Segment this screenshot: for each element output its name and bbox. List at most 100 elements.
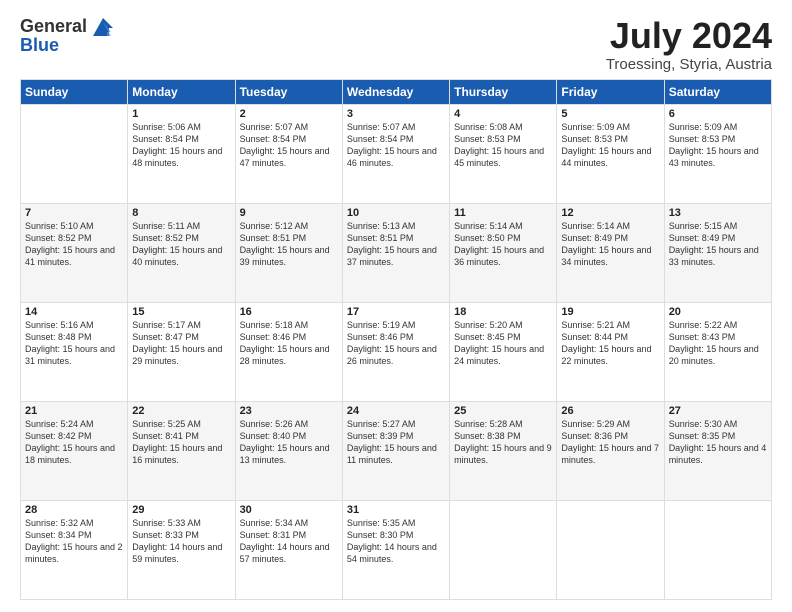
day-number: 10: [347, 207, 445, 219]
sunrise-text: Sunrise: 5:17 AM: [132, 319, 230, 331]
day-number: 26: [561, 405, 659, 417]
day-number: 14: [25, 306, 123, 318]
day-number: 3: [347, 108, 445, 120]
sunset-text: Sunset: 8:34 PM: [25, 529, 123, 541]
cell-info: Sunrise: 5:07 AM Sunset: 8:54 PM Dayligh…: [347, 121, 445, 170]
day-number: 31: [347, 504, 445, 516]
day-cell: 5 Sunrise: 5:09 AM Sunset: 8:53 PM Dayli…: [557, 104, 664, 203]
day-number: 17: [347, 306, 445, 318]
sunrise-text: Sunrise: 5:21 AM: [561, 319, 659, 331]
daylight-text: Daylight: 15 hours and 47 minutes.: [240, 145, 338, 169]
sunset-text: Sunset: 8:38 PM: [454, 430, 552, 442]
daylight-text: Daylight: 14 hours and 57 minutes.: [240, 541, 338, 565]
cell-info: Sunrise: 5:08 AM Sunset: 8:53 PM Dayligh…: [454, 121, 552, 170]
cell-info: Sunrise: 5:33 AM Sunset: 8:33 PM Dayligh…: [132, 517, 230, 566]
sunset-text: Sunset: 8:54 PM: [240, 133, 338, 145]
cell-info: Sunrise: 5:14 AM Sunset: 8:49 PM Dayligh…: [561, 220, 659, 269]
day-cell: 3 Sunrise: 5:07 AM Sunset: 8:54 PM Dayli…: [342, 104, 449, 203]
week-row-0: 1 Sunrise: 5:06 AM Sunset: 8:54 PM Dayli…: [21, 104, 772, 203]
cell-info: Sunrise: 5:30 AM Sunset: 8:35 PM Dayligh…: [669, 418, 767, 467]
sunset-text: Sunset: 8:49 PM: [669, 232, 767, 244]
sunset-text: Sunset: 8:40 PM: [240, 430, 338, 442]
day-number: 18: [454, 306, 552, 318]
daylight-text: Daylight: 15 hours and 7 minutes.: [561, 442, 659, 466]
sunrise-text: Sunrise: 5:06 AM: [132, 121, 230, 133]
sunset-text: Sunset: 8:43 PM: [669, 331, 767, 343]
day-cell: 31 Sunrise: 5:35 AM Sunset: 8:30 PM Dayl…: [342, 500, 449, 599]
daylight-text: Daylight: 15 hours and 18 minutes.: [25, 442, 123, 466]
week-row-3: 21 Sunrise: 5:24 AM Sunset: 8:42 PM Dayl…: [21, 401, 772, 500]
day-cell: [557, 500, 664, 599]
daylight-text: Daylight: 15 hours and 46 minutes.: [347, 145, 445, 169]
daylight-text: Daylight: 15 hours and 4 minutes.: [669, 442, 767, 466]
cell-info: Sunrise: 5:24 AM Sunset: 8:42 PM Dayligh…: [25, 418, 123, 467]
cell-info: Sunrise: 5:27 AM Sunset: 8:39 PM Dayligh…: [347, 418, 445, 467]
daylight-text: Daylight: 15 hours and 39 minutes.: [240, 244, 338, 268]
day-cell: 25 Sunrise: 5:28 AM Sunset: 8:38 PM Dayl…: [450, 401, 557, 500]
day-cell: 8 Sunrise: 5:11 AM Sunset: 8:52 PM Dayli…: [128, 203, 235, 302]
day-number: 7: [25, 207, 123, 219]
sunset-text: Sunset: 8:31 PM: [240, 529, 338, 541]
daylight-text: Daylight: 15 hours and 31 minutes.: [25, 343, 123, 367]
cell-info: Sunrise: 5:34 AM Sunset: 8:31 PM Dayligh…: [240, 517, 338, 566]
sunset-text: Sunset: 8:41 PM: [132, 430, 230, 442]
sunset-text: Sunset: 8:35 PM: [669, 430, 767, 442]
cell-info: Sunrise: 5:22 AM Sunset: 8:43 PM Dayligh…: [669, 319, 767, 368]
day-number: 29: [132, 504, 230, 516]
cell-info: Sunrise: 5:32 AM Sunset: 8:34 PM Dayligh…: [25, 517, 123, 566]
day-cell: 16 Sunrise: 5:18 AM Sunset: 8:46 PM Dayl…: [235, 302, 342, 401]
sunset-text: Sunset: 8:33 PM: [132, 529, 230, 541]
calendar-page: General Blue July 2024 Troessing, Styria…: [0, 0, 792, 612]
day-cell: [21, 104, 128, 203]
day-cell: 11 Sunrise: 5:14 AM Sunset: 8:50 PM Dayl…: [450, 203, 557, 302]
daylight-text: Daylight: 15 hours and 36 minutes.: [454, 244, 552, 268]
sunset-text: Sunset: 8:51 PM: [240, 232, 338, 244]
day-number: 25: [454, 405, 552, 417]
day-number: 15: [132, 306, 230, 318]
day-number: 12: [561, 207, 659, 219]
day-number: 11: [454, 207, 552, 219]
sunset-text: Sunset: 8:36 PM: [561, 430, 659, 442]
cell-info: Sunrise: 5:12 AM Sunset: 8:51 PM Dayligh…: [240, 220, 338, 269]
logo-icon: [89, 16, 117, 38]
week-row-4: 28 Sunrise: 5:32 AM Sunset: 8:34 PM Dayl…: [21, 500, 772, 599]
cell-info: Sunrise: 5:16 AM Sunset: 8:48 PM Dayligh…: [25, 319, 123, 368]
sunset-text: Sunset: 8:45 PM: [454, 331, 552, 343]
sunset-text: Sunset: 8:50 PM: [454, 232, 552, 244]
daylight-text: Daylight: 15 hours and 37 minutes.: [347, 244, 445, 268]
day-number: 19: [561, 306, 659, 318]
day-cell: 7 Sunrise: 5:10 AM Sunset: 8:52 PM Dayli…: [21, 203, 128, 302]
col-sunday: Sunday: [21, 79, 128, 104]
sunset-text: Sunset: 8:44 PM: [561, 331, 659, 343]
col-wednesday: Wednesday: [342, 79, 449, 104]
cell-info: Sunrise: 5:21 AM Sunset: 8:44 PM Dayligh…: [561, 319, 659, 368]
day-number: 24: [347, 405, 445, 417]
cell-info: Sunrise: 5:06 AM Sunset: 8:54 PM Dayligh…: [132, 121, 230, 170]
day-cell: 18 Sunrise: 5:20 AM Sunset: 8:45 PM Dayl…: [450, 302, 557, 401]
day-number: 13: [669, 207, 767, 219]
daylight-text: Daylight: 15 hours and 44 minutes.: [561, 145, 659, 169]
sunset-text: Sunset: 8:52 PM: [132, 232, 230, 244]
day-cell: 21 Sunrise: 5:24 AM Sunset: 8:42 PM Dayl…: [21, 401, 128, 500]
sunset-text: Sunset: 8:51 PM: [347, 232, 445, 244]
sunset-text: Sunset: 8:54 PM: [132, 133, 230, 145]
logo: General Blue: [20, 16, 117, 56]
daylight-text: Daylight: 15 hours and 16 minutes.: [132, 442, 230, 466]
day-cell: 24 Sunrise: 5:27 AM Sunset: 8:39 PM Dayl…: [342, 401, 449, 500]
sunrise-text: Sunrise: 5:11 AM: [132, 220, 230, 232]
day-number: 4: [454, 108, 552, 120]
daylight-text: Daylight: 15 hours and 11 minutes.: [347, 442, 445, 466]
sunrise-text: Sunrise: 5:24 AM: [25, 418, 123, 430]
sunrise-text: Sunrise: 5:34 AM: [240, 517, 338, 529]
cell-info: Sunrise: 5:10 AM Sunset: 8:52 PM Dayligh…: [25, 220, 123, 269]
title-area: July 2024 Troessing, Styria, Austria: [606, 16, 772, 73]
cell-info: Sunrise: 5:19 AM Sunset: 8:46 PM Dayligh…: [347, 319, 445, 368]
sunrise-text: Sunrise: 5:27 AM: [347, 418, 445, 430]
daylight-text: Daylight: 14 hours and 54 minutes.: [347, 541, 445, 565]
col-monday: Monday: [128, 79, 235, 104]
day-cell: 19 Sunrise: 5:21 AM Sunset: 8:44 PM Dayl…: [557, 302, 664, 401]
sunset-text: Sunset: 8:39 PM: [347, 430, 445, 442]
day-number: 5: [561, 108, 659, 120]
sunrise-text: Sunrise: 5:28 AM: [454, 418, 552, 430]
location-title: Troessing, Styria, Austria: [606, 56, 772, 73]
